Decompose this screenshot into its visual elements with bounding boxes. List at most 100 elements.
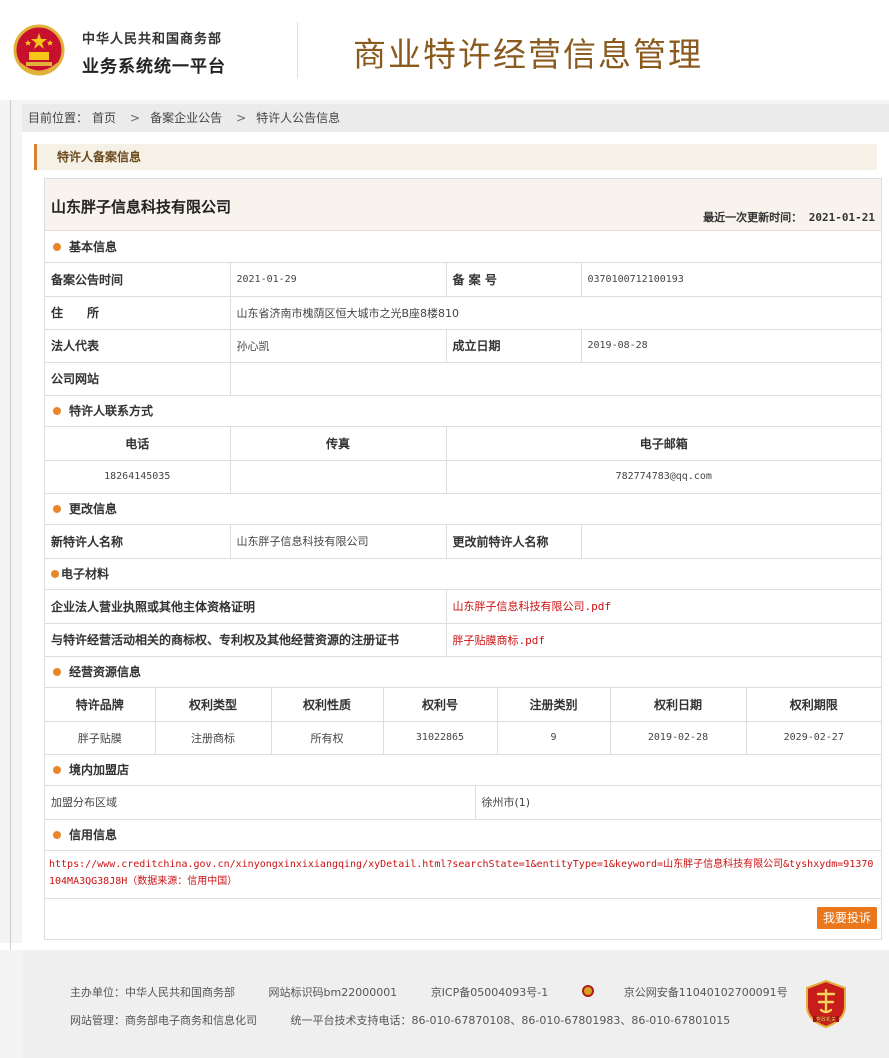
right-no-value: 31022865 — [382, 720, 498, 755]
section-title: 经营资源信息 — [69, 665, 142, 679]
column-header: 权利类型 — [154, 688, 272, 722]
table-row: 电话 传真 电子邮箱 — [45, 427, 881, 461]
field-label: 成立日期 — [445, 328, 582, 363]
column-header: 电子邮箱 — [445, 427, 881, 461]
content-panel: 特许人备案信息 山东胖子信息科技有限公司 最近一次更新时间： 2021-01-2… — [22, 132, 889, 948]
police-badge-icon — [581, 985, 594, 997]
old-name-value — [580, 525, 881, 559]
section-materials: 电子材料 — [45, 558, 881, 590]
field-label: 法人代表 — [45, 328, 231, 363]
right-term-value: 2029-02-27 — [745, 720, 881, 755]
table-row: 胖子贴膜 注册商标 所有权 31022865 9 2019-02-28 2029… — [45, 720, 881, 755]
fax-value — [229, 459, 447, 494]
table-row: 公司网站 — [45, 361, 881, 396]
table-row: 加盟分布区域 徐州市(1) — [45, 786, 881, 820]
table-row: 住 所 山东省济南市槐荫区恒大城市之光B座8楼810 — [45, 295, 881, 330]
franchisor-card: 山东胖子信息科技有限公司 最近一次更新时间： 2021-01-21 基本信息 备… — [44, 178, 882, 940]
table-row: 企业法人营业执照或其他主体资格证明 山东胖子信息科技有限公司.pdf — [45, 590, 881, 624]
material-label: 与特许经营活动相关的商标权、专利权及其他经营资源的注册证书 — [45, 622, 447, 657]
section-title: 基本信息 — [69, 240, 118, 254]
footer-row-1: 主办单位：中华人民共和国商务部 网站标识码bm22000001 京ICP备050… — [70, 984, 818, 1000]
national-emblem-icon — [13, 24, 65, 76]
table-row: 法人代表 孙心凯 成立日期 2019-08-28 — [45, 328, 881, 363]
founded-value: 2019-08-28 — [580, 328, 881, 363]
contact-table: 电话 传真 电子邮箱 18264145035 782774783@qq.com — [45, 427, 881, 494]
right-nature-value: 所有权 — [270, 720, 384, 755]
column-header: 注册类别 — [496, 688, 611, 722]
column-header: 传真 — [229, 427, 447, 461]
column-header: 权利性质 — [270, 688, 384, 722]
column-header: 权利日期 — [609, 688, 747, 722]
breadcrumb-filing-announcements[interactable]: 备案企业公告 — [150, 111, 222, 125]
footer-police[interactable]: 京公网安备11040102700091号 — [624, 986, 788, 999]
table-row: 与特许经营活动相关的商标权、专利权及其他经营资源的注册证书 胖子贴膜商标.pdf — [45, 622, 881, 657]
left-divider — [10, 100, 11, 950]
material-file-link[interactable]: 胖子贴膜商标.pdf — [445, 622, 881, 657]
section-title: 电子材料 — [61, 567, 110, 581]
field-label: 公司网站 — [45, 361, 231, 396]
bullet-icon — [53, 765, 61, 774]
section-title: 特许人联系方式 — [69, 404, 154, 418]
bullet-icon — [51, 569, 59, 578]
section-title: 境内加盟店 — [69, 763, 130, 777]
column-header: 电话 — [45, 427, 231, 461]
table-row: 新特许人名称 山东胖子信息科技有限公司 更改前特许人名称 — [45, 525, 881, 559]
field-label: 新特许人名称 — [45, 525, 231, 559]
materials-table: 企业法人营业执照或其他主体资格证明 山东胖子信息科技有限公司.pdf 与特许经营… — [45, 590, 881, 657]
footer-inner: 主办单位：中华人民共和国商务部 网站标识码bm22000001 京ICP备050… — [22, 950, 889, 1058]
section-change: 更改信息 — [45, 493, 881, 525]
field-label: 住 所 — [45, 295, 231, 330]
breadcrumb-separator: > — [236, 111, 247, 125]
stores-table: 加盟分布区域 徐州市(1) — [45, 786, 881, 820]
bullet-icon — [53, 830, 61, 839]
breadcrumb-separator: > — [130, 111, 141, 125]
breadcrumb-prefix: 目前位置： — [28, 111, 89, 125]
bullet-icon — [53, 242, 61, 251]
table-row: 备案公告时间 2021-01-29 备 案 号 0370100712100193 — [45, 263, 881, 297]
region-value: 徐州市(1) — [474, 786, 881, 820]
site-header: 中华人民共和国商务部 业务系统统一平台 商业特许经营信息管理 — [0, 0, 889, 100]
field-label: 备 案 号 — [445, 263, 582, 297]
region-label: 加盟分布区域 — [45, 786, 476, 820]
material-label: 企业法人营业执照或其他主体资格证明 — [45, 590, 447, 624]
right-date-value: 2019-02-28 — [609, 720, 747, 755]
section-basic-info: 基本信息 — [45, 231, 881, 263]
header-divider — [297, 22, 298, 78]
footer-host: 主办单位：中华人民共和国商务部 — [70, 986, 235, 999]
basic-info-table: 备案公告时间 2021-01-29 备 案 号 0370100712100193… — [45, 263, 881, 396]
table-row: 18264145035 782774783@qq.com — [45, 459, 881, 494]
column-header: 权利期限 — [745, 688, 881, 722]
panel-title: 特许人备案信息 — [34, 144, 877, 170]
platform-name: 业务系统统一平台 — [82, 57, 226, 77]
gov-name: 中华人民共和国商务部 — [82, 32, 223, 47]
section-title: 更改信息 — [69, 502, 118, 516]
site-footer: 主办单位：中华人民共和国商务部 网站标识码bm22000001 京ICP备050… — [0, 950, 889, 1058]
last-update-label: 最近一次更新时间： — [703, 211, 803, 224]
system-title: 商业特许经营信息管理 — [353, 35, 703, 74]
breadcrumb-current: 特许人公告信息 — [256, 111, 341, 125]
section-credit: 信用信息 — [45, 819, 881, 851]
record-no-value: 0370100712100193 — [580, 263, 881, 297]
announce-time-value: 2021-01-29 — [229, 263, 447, 297]
field-label: 更改前特许人名称 — [445, 525, 582, 559]
material-file-link[interactable]: 山东胖子信息科技有限公司.pdf — [445, 590, 881, 624]
website-value — [229, 361, 881, 396]
footer-site-id: 网站标识码bm22000001 — [268, 986, 398, 999]
footer-icp[interactable]: 京ICP备05004093号-1 — [431, 986, 549, 999]
bullet-icon — [53, 406, 61, 415]
change-table: 新特许人名称 山东胖子信息科技有限公司 更改前特许人名称 — [45, 525, 881, 559]
complain-button[interactable]: 我要投诉 — [817, 907, 877, 929]
last-update-value: 2021-01-21 — [808, 211, 875, 224]
phone-value: 18264145035 — [45, 459, 231, 494]
breadcrumb-home[interactable]: 首页 — [92, 111, 116, 125]
field-label: 备案公告时间 — [45, 263, 231, 297]
section-contact: 特许人联系方式 — [45, 395, 881, 427]
badge-text: 党政机关 — [816, 1016, 836, 1023]
credit-china-link[interactable]: https://www.creditchina.gov.cn/xinyongxi… — [45, 851, 881, 899]
address-value: 山东省济南市槐荫区恒大城市之光B座8楼810 — [229, 295, 881, 330]
bullet-icon — [53, 667, 61, 676]
party-gov-badge-icon[interactable]: 党政机关 — [805, 980, 847, 1028]
resources-table: 特许品牌 权利类型 权利性质 权利号 注册类别 权利日期 权利期限 胖子贴膜 注… — [45, 688, 881, 755]
column-header: 特许品牌 — [45, 688, 156, 722]
company-header: 山东胖子信息科技有限公司 最近一次更新时间： 2021-01-21 — [45, 179, 881, 231]
